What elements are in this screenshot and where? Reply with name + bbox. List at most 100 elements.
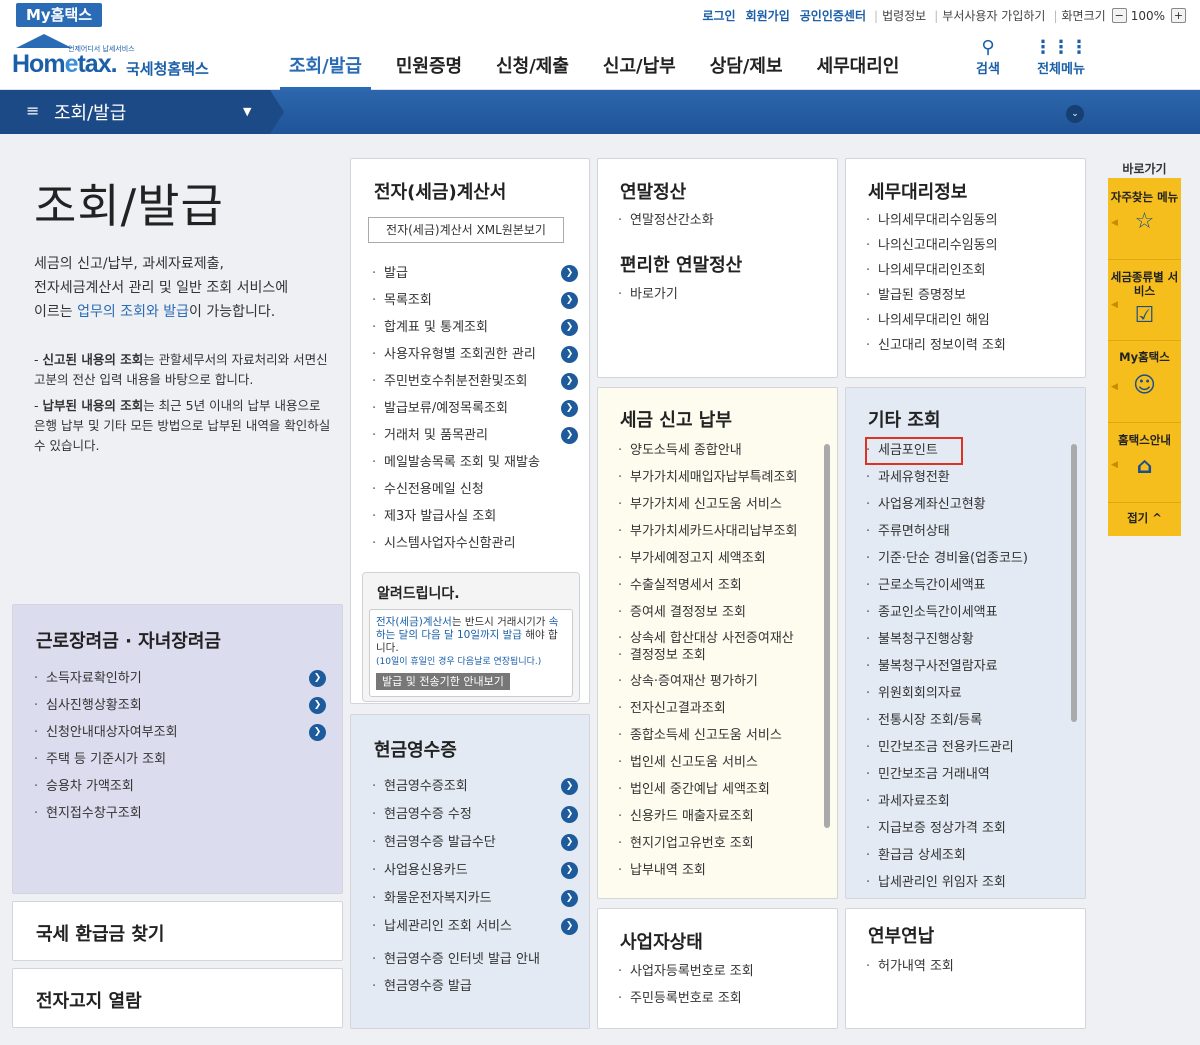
nav-apply-submit[interactable]: 신청/제출 (487, 32, 578, 90)
quick-collapse-button[interactable]: 접기 ^ (1108, 511, 1181, 525)
list-item[interactable]: 민간보조금 거래내역 (864, 761, 1068, 788)
list-item[interactable]: 심사진행상황조회❯ (32, 692, 326, 719)
list-item[interactable]: 양도소득세 종합안내 (616, 437, 822, 464)
list-item[interactable]: 부가가치세매입자납부특례조회 (616, 464, 822, 491)
divider: | (874, 8, 879, 23)
list-item[interactable]: 바로가기 (616, 281, 826, 308)
list-item[interactable]: 불복청구사전열람자료 (864, 653, 1068, 680)
list-item[interactable]: 수신전용메일 신청 (370, 476, 578, 503)
list-item[interactable]: 화물운전자복지카드❯ (370, 885, 578, 913)
list-item[interactable]: 발급❯ (370, 260, 578, 287)
list-item[interactable]: 시스템사업자수신함관리 (370, 530, 578, 557)
cert-center-link[interactable]: 공인인증센터 (800, 7, 866, 24)
list-item[interactable]: 허가내역 조회 (864, 953, 1074, 980)
list-item-cont[interactable]: 결정정보 조회 (616, 648, 822, 668)
login-link[interactable]: 로그인 (702, 7, 735, 24)
list-item[interactable]: 지급보증 정상가격 조회 (864, 815, 1068, 842)
list-item[interactable]: 목록조회❯ (370, 287, 578, 314)
list-item[interactable]: 발급된 증명정보 (864, 283, 1074, 308)
list-item[interactable]: 상속세 합산대상 사전증여재산 (616, 630, 822, 648)
list-item[interactable]: 현금영수증조회❯ (370, 773, 578, 801)
list-item[interactable]: 사용자유형별 조회권한 관리❯ (370, 341, 578, 368)
dept-user-link[interactable]: 부서사용자 가입하기 (942, 7, 1045, 24)
list-item[interactable]: 나의세무대리인 해임 (864, 308, 1074, 333)
list-item[interactable]: 기준·단순 경비율(업종코드) (864, 545, 1068, 572)
list-item[interactable]: 연말정산간소화 (616, 207, 826, 234)
list-item[interactable]: 신고대리 정보이력 조회 (864, 333, 1074, 358)
list-item[interactable]: 위원회회의자료 (864, 680, 1068, 707)
quick-by-tax-type[interactable]: 세금종류별 서비스 ☑ (1108, 270, 1181, 328)
list-item[interactable]: 수출실적명세서 조회 (616, 572, 822, 599)
list-item[interactable]: 법인세 중간예납 세액조회 (616, 776, 822, 803)
list-item[interactable]: 현금영수증 발급수단❯ (370, 829, 578, 857)
list-item[interactable]: 발급보류/예정목록조회❯ (370, 395, 578, 422)
quick-my-hometax[interactable]: My홈택스 ☺ (1108, 350, 1181, 398)
other-scrollbar[interactable] (1071, 444, 1077, 722)
list-item[interactable]: 민간보조금 전용카드관리 (864, 734, 1068, 761)
list-item[interactable]: 나의신고대리수임동의 (864, 233, 1074, 258)
list-item[interactable]: 메일발송목록 조회 및 재발송 (370, 449, 578, 476)
list-item[interactable]: 상속·증여재산 평가하기 (616, 668, 822, 695)
list-item[interactable]: 소득자료확인하기❯ (32, 665, 326, 692)
list-item[interactable]: 승용차 가액조회 (32, 773, 326, 800)
list-item[interactable]: 과세자료조회 (864, 788, 1068, 815)
zoom-out-button[interactable]: − (1111, 8, 1127, 23)
list-item[interactable]: 사업자등록번호로 조회 (616, 958, 826, 985)
current-menu-tab[interactable] (0, 90, 284, 134)
list-item[interactable]: 부가가치세 신고도움 서비스 (616, 491, 822, 518)
list-item[interactable]: 거래처 및 품목관리❯ (370, 422, 578, 449)
list-item[interactable]: 현지기업고유번호 조회 (616, 830, 822, 857)
chevron-right-icon: ❯ (561, 319, 578, 336)
xml-view-button[interactable]: 전자(세금)계산서 XML원본보기 (368, 217, 564, 243)
search-button[interactable]: ⚲ 검색 (966, 38, 1010, 78)
list-item[interactable]: 현금영수증 인터넷 발급 안내 (370, 941, 578, 973)
nav-tax-agent[interactable]: 세무대리인 (808, 32, 909, 90)
list-item[interactable]: 부가가치세카드사대리납부조회 (616, 518, 822, 545)
nav-report-pay[interactable]: 신고/납부 (594, 32, 685, 90)
list-item[interactable]: 현금영수증 발급 (370, 973, 578, 1001)
my-hometax-button[interactable]: My홈택스 (16, 3, 102, 27)
list-item[interactable]: 과세유형전환 (864, 464, 1068, 491)
tax-file-scrollbar[interactable] (824, 444, 830, 828)
list-item[interactable]: 사업용계좌신고현황 (864, 491, 1068, 518)
highlight-box (865, 437, 963, 465)
list-item[interactable]: 법인세 신고도움 서비스 (616, 749, 822, 776)
list-item[interactable]: 나의세무대리인조회 (864, 258, 1074, 283)
list-item[interactable]: 종합소득세 신고도움 서비스 (616, 722, 822, 749)
nav-lookup-issue[interactable]: 조회/발급 (280, 32, 371, 91)
list-item[interactable]: 납부내역 조회 (616, 857, 822, 884)
list-item[interactable]: 환급금 상세조회 (864, 842, 1068, 869)
list-item[interactable]: 전자신고결과조회 (616, 695, 822, 722)
list-item[interactable]: 납세관리인 조회 서비스❯ (370, 913, 578, 941)
signup-link[interactable]: 회원가입 (746, 7, 790, 24)
list-item[interactable]: 현지접수창구조회 (32, 800, 326, 827)
list-item[interactable]: 제3자 발급사실 조회 (370, 503, 578, 530)
list-item[interactable]: 증여세 결정정보 조회 (616, 599, 822, 626)
list-item[interactable]: 나의세무대리수임동의 (864, 208, 1074, 233)
law-info-link[interactable]: 법령정보 (882, 7, 926, 24)
list-item[interactable]: 신청안내대상자여부조회❯ (32, 719, 326, 746)
list-item[interactable]: 부가세예정고지 세액조회 (616, 545, 822, 572)
list-item[interactable]: 주류면허상태 (864, 518, 1068, 545)
nav-civil-cert[interactable]: 민원증명 (387, 32, 471, 90)
quick-hometax-guide[interactable]: 홈택스안내 ⌂ (1108, 433, 1181, 479)
list-item[interactable]: 사업용신용카드❯ (370, 857, 578, 885)
zoom-in-button[interactable]: + (1171, 8, 1186, 23)
list-item[interactable]: 현금영수증 수정❯ (370, 801, 578, 829)
list-item[interactable]: 납세관리인 위임자 조회 (864, 869, 1068, 893)
list-item[interactable]: 주민번호수취분전환및조회❯ (370, 368, 578, 395)
list-item[interactable]: 불복청구진행상황 (864, 626, 1068, 653)
hometax-logo[interactable]: 언제어디서 납세서비스 Hometax. 국세청홈택스 (12, 34, 242, 86)
nav-consult-report[interactable]: 상담/제보 (701, 32, 792, 90)
deadline-guide-button[interactable]: 발급 및 전송기한 안내보기 (376, 673, 510, 690)
list-item[interactable]: 신용카드 매출자료조회 (616, 803, 822, 830)
expand-circle-icon[interactable]: ⌄ (1066, 105, 1084, 123)
list-item[interactable]: 전통시장 조회/등록 (864, 707, 1068, 734)
list-item[interactable]: 합계표 및 통계조회❯ (370, 314, 578, 341)
quick-favorites[interactable]: 자주찾는 메뉴 ☆ (1108, 190, 1181, 234)
list-item[interactable]: 종교인소득간이세액표 (864, 599, 1068, 626)
list-item[interactable]: 주택 등 기준시가 조회 (32, 746, 326, 773)
all-menu-button[interactable]: ⋮⋮⋮ 전체메뉴 (1026, 38, 1096, 78)
list-item[interactable]: 근로소득간이세액표 (864, 572, 1068, 599)
list-item[interactable]: 주민등록번호로 조회 (616, 985, 826, 1012)
